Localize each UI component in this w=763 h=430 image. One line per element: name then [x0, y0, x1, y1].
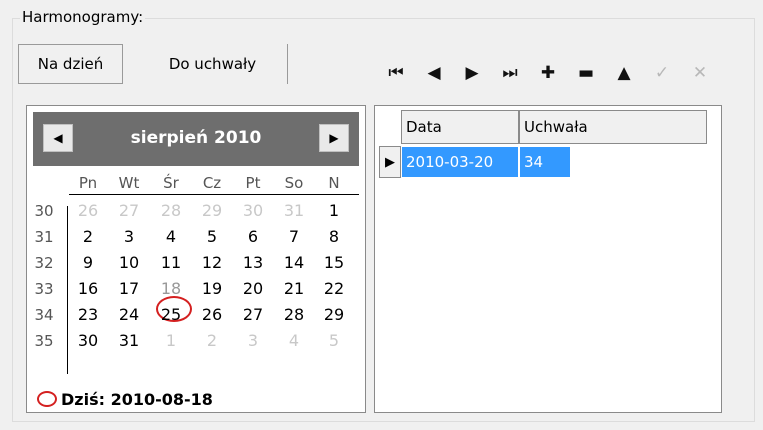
calendar-day[interactable]: 11 [156, 252, 186, 274]
calendar-day[interactable]: 9 [73, 252, 103, 274]
calendar-day[interactable]: 28 [156, 200, 186, 222]
calendar-day[interactable]: 31 [279, 200, 309, 222]
today-footer[interactable]: Dziś: 2010-08-18 [37, 388, 213, 410]
today-label: Dziś: 2010-08-18 [61, 389, 213, 409]
calendar-day[interactable]: 19 [197, 278, 227, 300]
calendar-day[interactable]: 22 [319, 278, 349, 300]
delete-record-button[interactable]: ▬ [573, 60, 599, 86]
weekday-label: Śr [163, 174, 179, 192]
insert-record-button[interactable]: ✚ [535, 60, 561, 86]
weekday-label: Wt [118, 174, 140, 192]
table-cell[interactable]: 2010-03-20 [401, 146, 519, 178]
post-record-button[interactable]: ✓ [649, 60, 675, 86]
calendar-day[interactable]: 5 [319, 330, 349, 352]
calendar-day[interactable]: 1 [319, 200, 349, 222]
calendar-day[interactable]: 12 [197, 252, 227, 274]
row-indicator-icon: ▶ [379, 146, 401, 178]
calendar-day[interactable]: 27 [238, 304, 268, 326]
schedule-grid[interactable]: Data Uchwała ▶ 2010-03-20 34 [374, 105, 722, 413]
calendar-day[interactable]: 2 [73, 226, 103, 248]
calendar-day[interactable]: 14 [279, 252, 309, 274]
calendar-day[interactable]: 24 [114, 304, 144, 326]
weekday-divider [69, 194, 359, 195]
calendar-day[interactable]: 8 [319, 226, 349, 248]
weekday-label: Pn [78, 174, 98, 192]
calendar-day[interactable]: 27 [114, 200, 144, 222]
calendar-day[interactable]: 4 [156, 226, 186, 248]
weekday-label: Pt [245, 174, 261, 192]
tab-na-dzien[interactable]: Na dzień [18, 44, 123, 84]
calendar-day[interactable]: 3 [114, 226, 144, 248]
weekday-label: N [328, 174, 340, 192]
next-month-button[interactable]: ▶ [319, 124, 349, 152]
week-number: 35 [34, 332, 54, 350]
group-title: Harmonogramy: [20, 8, 146, 26]
week-number: 34 [34, 306, 54, 324]
weekday-label: So [284, 174, 304, 192]
calendar-day[interactable]: 7 [279, 226, 309, 248]
calendar-header: ◀ sierpień 2010 ▶ [33, 112, 359, 166]
calendar-day[interactable]: 2 [197, 330, 227, 352]
calendar-day[interactable]: 10 [114, 252, 144, 274]
calendar-day-today[interactable]: 18 [156, 278, 186, 300]
calendar-day[interactable]: 26 [197, 304, 227, 326]
week-number: 30 [34, 202, 54, 220]
calendar-day[interactable]: 29 [319, 304, 349, 326]
column-header[interactable]: Uchwała [519, 110, 707, 144]
week-number: 33 [34, 280, 54, 298]
prev-month-button[interactable]: ◀ [43, 124, 73, 152]
calendar-day[interactable]: 20 [238, 278, 268, 300]
calendar-day[interactable]: 30 [73, 330, 103, 352]
calendar-day[interactable]: 31 [114, 330, 144, 352]
calendar-day[interactable]: 4 [279, 330, 309, 352]
week-number-divider [67, 206, 68, 374]
edit-record-button[interactable]: ▲ [611, 60, 637, 86]
calendar-day[interactable]: 16 [73, 278, 103, 300]
calendar-day[interactable]: 29 [197, 200, 227, 222]
week-number: 31 [34, 228, 54, 246]
calendar-day[interactable]: 25 [156, 304, 186, 326]
next-record-button[interactable]: ▶ [459, 60, 485, 86]
calendar-day[interactable]: 6 [238, 226, 268, 248]
week-number: 32 [34, 254, 54, 272]
calendar-day[interactable]: 1 [156, 330, 186, 352]
calendar-day[interactable]: 5 [197, 226, 227, 248]
calendar-day[interactable]: 23 [73, 304, 103, 326]
calendar-day[interactable]: 17 [114, 278, 144, 300]
first-record-button[interactable]: ⏮ [383, 60, 409, 86]
calendar-day[interactable]: 28 [279, 304, 309, 326]
calendar-day[interactable]: 21 [279, 278, 309, 300]
weekday-label: Cz [202, 174, 222, 192]
today-marker-icon [37, 391, 57, 407]
table-cell[interactable]: 34 [519, 146, 571, 178]
calendar-day[interactable]: 30 [238, 200, 268, 222]
calendar-day[interactable]: 26 [73, 200, 103, 222]
column-header[interactable]: Data [401, 110, 519, 144]
calendar-month-title: sierpień 2010 [130, 128, 262, 148]
prior-record-button[interactable]: ◀ [421, 60, 447, 86]
cancel-record-button[interactable]: ✕ [687, 60, 713, 86]
last-record-button[interactable]: ⏭ [497, 60, 523, 86]
calendar-day[interactable]: 13 [238, 252, 268, 274]
month-calendar[interactable]: ◀ sierpień 2010 ▶ Dziś: 2010-08-18 Pn Wt Ś… [26, 105, 366, 413]
calendar-day[interactable]: 15 [319, 252, 349, 274]
tab-do-uchwaly[interactable]: Do uchwały [138, 44, 288, 84]
calendar-day[interactable]: 3 [238, 330, 268, 352]
